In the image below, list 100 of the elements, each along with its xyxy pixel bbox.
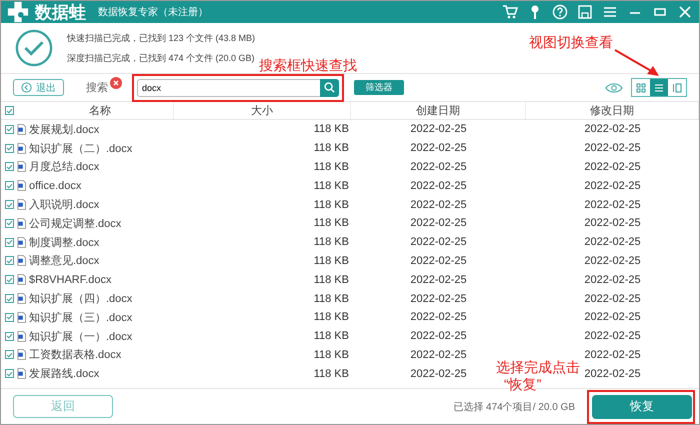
row-checkbox[interactable] xyxy=(5,218,14,228)
created-date: 2022-02-25 xyxy=(410,198,467,211)
filter-button[interactable]: 筛选器 xyxy=(354,80,404,95)
modified-date: 2022-02-25 xyxy=(584,254,641,267)
check-circle-icon xyxy=(15,29,53,67)
recover-button[interactable]: 恢复 xyxy=(592,394,692,418)
file-size: 118 KB xyxy=(314,274,349,286)
file-name: 月度总结.docx xyxy=(29,160,100,174)
file-size: 118 KB xyxy=(314,348,349,361)
select-all-checkbox[interactable] xyxy=(5,106,14,115)
file-name: 发展规划.docx xyxy=(29,122,100,137)
file-name: 知识扩展（四）.docx xyxy=(29,292,132,306)
created-date: 2022-02-25 xyxy=(410,236,467,248)
row-checkbox[interactable] xyxy=(5,181,14,190)
column-header[interactable]: 大小 xyxy=(251,103,273,118)
file-name: 知识扩展（一）.docx xyxy=(29,330,132,344)
file-size: 118 KB xyxy=(314,236,349,248)
back-icon xyxy=(21,82,32,93)
row-checkbox[interactable] xyxy=(5,256,14,266)
file-size: 118 KB xyxy=(314,254,349,267)
modified-date: 2022-02-25 xyxy=(584,217,641,230)
document-icon xyxy=(17,199,26,210)
file-name: $R8VHARF.docx xyxy=(29,274,112,286)
cart-icon[interactable] xyxy=(502,4,518,20)
search-label: 搜索 xyxy=(86,80,108,95)
scan-result-text: 快速扫描已完成，已找到 123 个文件 (43.8 MB) xyxy=(67,32,256,44)
created-date: 2022-02-25 xyxy=(410,348,467,361)
modified-date: 2022-02-25 xyxy=(584,236,641,248)
document-icon xyxy=(17,274,26,286)
eye-icon[interactable] xyxy=(605,82,623,94)
search-field[interactable]: docx xyxy=(137,78,320,96)
row-checkbox[interactable] xyxy=(5,124,14,134)
file-name: 制度调整.docx xyxy=(29,236,100,250)
row-checkbox[interactable] xyxy=(5,200,14,210)
file-name: 工资数据表格.docx xyxy=(29,348,122,362)
row-checkbox[interactable] xyxy=(5,312,14,322)
scan-result-text: 深度扫描已完成，已找到 474 个文件 (20.0 GB) xyxy=(67,52,255,64)
modified-date: 2022-02-25 xyxy=(584,292,641,305)
app-logo-text: 数据蛙 xyxy=(35,2,86,24)
document-icon xyxy=(17,349,26,360)
row-checkbox[interactable] xyxy=(5,369,14,378)
column-header[interactable]: 名称 xyxy=(89,103,111,118)
clear-icon[interactable] xyxy=(110,76,122,88)
save-icon[interactable] xyxy=(577,4,593,20)
file-name: 调整意见.docx xyxy=(29,254,100,268)
created-date: 2022-02-25 xyxy=(410,330,467,342)
file-size: 118 KB xyxy=(314,368,349,380)
document-icon xyxy=(17,218,26,229)
file-name: 发展路线.docx xyxy=(29,367,100,382)
document-icon xyxy=(17,368,26,380)
annotation-arrow xyxy=(613,48,661,78)
modified-date: 2022-02-25 xyxy=(584,160,641,173)
row-checkbox[interactable] xyxy=(5,275,14,284)
document-icon xyxy=(17,293,26,304)
row-checkbox[interactable] xyxy=(5,144,14,153)
row-checkbox[interactable] xyxy=(5,350,14,360)
modified-date: 2022-02-25 xyxy=(584,274,641,286)
created-date: 2022-02-25 xyxy=(410,311,467,324)
document-icon xyxy=(17,142,26,154)
modified-date: 2022-02-25 xyxy=(584,123,641,136)
file-name: 入职说明.docx xyxy=(29,198,100,212)
document-icon xyxy=(17,255,26,266)
modified-date: 2022-02-25 xyxy=(584,348,641,361)
annotation-text: 选择完成点击 xyxy=(496,359,580,377)
list-icon xyxy=(654,82,664,92)
file-name: 公司规定调整.docx xyxy=(29,216,122,231)
modified-date: 2022-02-25 xyxy=(584,330,641,342)
file-name: 知识扩展（二）.docx xyxy=(29,142,132,156)
file-size: 118 KB xyxy=(314,292,349,305)
annotation-text: 视图切换查看 xyxy=(529,34,613,52)
file-size: 118 KB xyxy=(314,330,349,342)
file-size: 118 KB xyxy=(314,160,349,173)
file-size: 118 KB xyxy=(314,180,349,192)
document-icon xyxy=(17,330,26,342)
created-date: 2022-02-25 xyxy=(410,254,467,267)
document-icon xyxy=(17,124,26,135)
file-size: 118 KB xyxy=(314,123,349,136)
search-button[interactable] xyxy=(320,78,339,96)
close-icon[interactable] xyxy=(677,4,693,20)
column-header[interactable]: 创建日期 xyxy=(416,103,460,118)
file-name: 知识扩展（三）.docx xyxy=(29,310,132,325)
row-checkbox[interactable] xyxy=(5,332,14,341)
modified-date: 2022-02-25 xyxy=(584,142,641,154)
file-size: 118 KB xyxy=(314,217,349,230)
modified-date: 2022-02-25 xyxy=(584,198,641,211)
created-date: 2022-02-25 xyxy=(410,180,467,192)
row-checkbox[interactable] xyxy=(5,162,14,172)
columns-icon xyxy=(672,82,682,92)
file-size: 118 KB xyxy=(314,311,349,324)
document-icon xyxy=(17,312,26,323)
created-date: 2022-02-25 xyxy=(410,368,467,380)
document-icon xyxy=(17,236,26,248)
created-date: 2022-02-25 xyxy=(410,217,467,230)
row-checkbox[interactable] xyxy=(5,238,14,247)
list-view-button[interactable] xyxy=(650,79,668,96)
column-header[interactable]: 修改日期 xyxy=(590,103,634,118)
created-date: 2022-02-25 xyxy=(410,274,467,286)
row-checkbox[interactable] xyxy=(5,294,14,304)
created-date: 2022-02-25 xyxy=(410,142,467,154)
help-icon[interactable] xyxy=(552,4,568,20)
